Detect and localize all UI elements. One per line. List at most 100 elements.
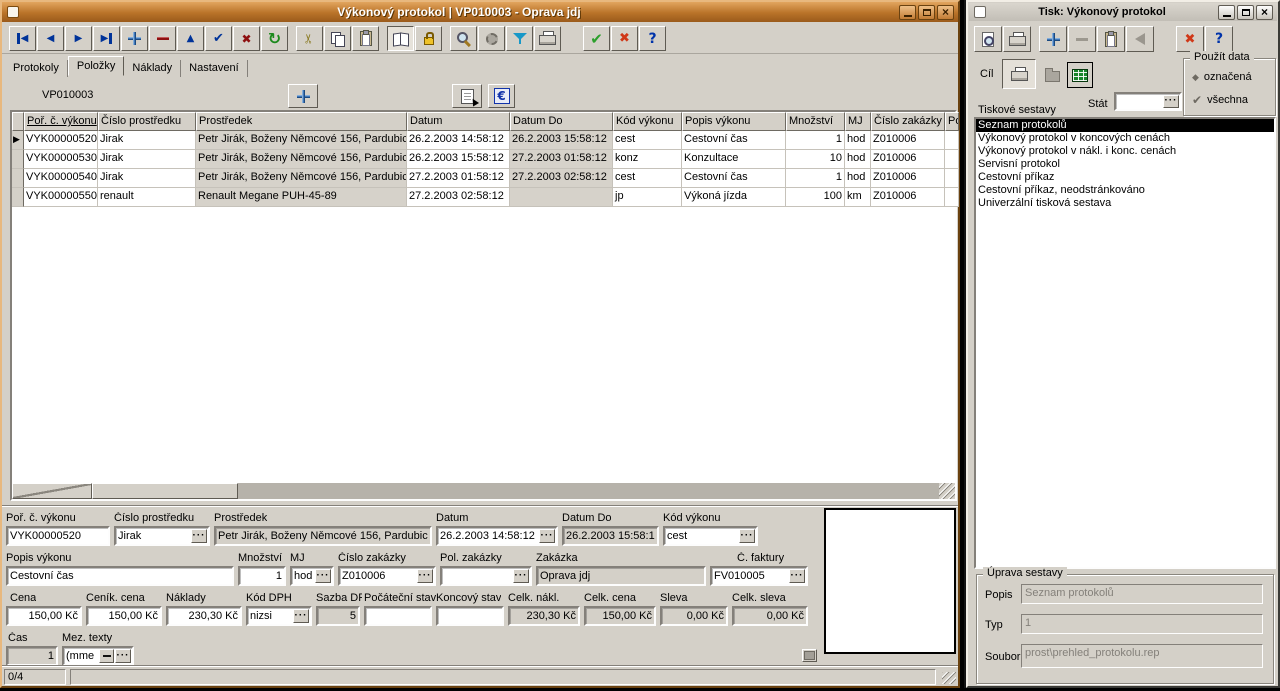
- grid-row-0[interactable]: VYK00000520JirakPetr Jirák, Boženy Němco…: [12, 131, 955, 150]
- main-titlebar[interactable]: Výkonový protokol | VP010003 - Oprava jd…: [2, 2, 958, 22]
- row-selector[interactable]: [12, 188, 24, 207]
- field-celk-cena[interactable]: 150,00 Kč: [584, 606, 656, 626]
- cancel-record-button[interactable]: [233, 26, 260, 51]
- scrollbar-left-box[interactable]: [12, 483, 92, 499]
- paste-button[interactable]: [352, 26, 379, 51]
- scrollbar-thumb[interactable]: [92, 483, 238, 499]
- target-folder-button[interactable]: [1039, 62, 1065, 88]
- window-resize-grip[interactable]: [942, 672, 956, 684]
- grid-cell[interactable]: VYK00000550: [24, 188, 98, 207]
- tab-naklady[interactable]: Náklady: [124, 60, 181, 77]
- column-header-por-c-vykonu[interactable]: Poř. č. výkonu: [24, 112, 98, 131]
- field-cenik-cena[interactable]: 150,00 Kč: [86, 606, 162, 626]
- row-selector[interactable]: [12, 169, 24, 188]
- field-sleva[interactable]: 0,00 Kč: [660, 606, 728, 626]
- grid-cell[interactable]: Jirak: [98, 131, 196, 150]
- kod-dph-ellipsis-button[interactable]: [293, 609, 309, 623]
- field-mnozstvi[interactable]: 1: [238, 566, 286, 586]
- field-prostredek[interactable]: Petr Jirák, Boženy Němcové 156, Pardubic…: [214, 526, 432, 546]
- mj-ellipsis-button[interactable]: [315, 569, 331, 583]
- field-pol-zakazky[interactable]: [440, 566, 532, 586]
- report-item-3[interactable]: Servisní protokol: [976, 158, 1274, 171]
- revert-button[interactable]: [1126, 26, 1154, 52]
- field-mez-texty[interactable]: (mme: [62, 646, 134, 666]
- cut-button[interactable]: [296, 26, 323, 51]
- field-datum-do[interactable]: 26.2.2003 15:58:12: [562, 526, 659, 546]
- field-popis-vykonu[interactable]: Cestovní čas: [6, 566, 234, 586]
- grid-cell[interactable]: [945, 131, 959, 150]
- post-record-button[interactable]: [205, 26, 232, 51]
- grid-cell[interactable]: Cestovní čas: [682, 131, 786, 150]
- ok-button[interactable]: [583, 26, 610, 51]
- column-header-datum[interactable]: Datum: [407, 112, 510, 131]
- popis-field[interactable]: Seznam protokolů: [1021, 584, 1263, 604]
- grid-cell[interactable]: Petr Jirák, Boženy Němcové 156, Pardubic…: [196, 131, 407, 150]
- grid-row-1[interactable]: VYK00000530JirakPetr Jirák, Boženy Němco…: [12, 150, 955, 169]
- help-button[interactable]: [1205, 26, 1233, 52]
- field-kod-dph[interactable]: nizsi: [246, 606, 312, 626]
- minimize-button[interactable]: [899, 5, 916, 20]
- grid-cell[interactable]: hod: [845, 131, 871, 150]
- notes-panel[interactable]: [824, 508, 956, 654]
- horizontal-scrollbar[interactable]: [12, 483, 955, 499]
- lock-button[interactable]: [415, 26, 442, 51]
- grid-cell[interactable]: 26.2.2003 14:58:12: [407, 131, 510, 150]
- typ-field[interactable]: 1: [1021, 614, 1263, 634]
- field-koncovy-stav[interactable]: [436, 606, 504, 626]
- datum-ellipsis-button[interactable]: [539, 529, 555, 543]
- grid-cell[interactable]: renault: [98, 188, 196, 207]
- row-selector[interactable]: [12, 150, 24, 169]
- grid-cell[interactable]: hod: [845, 150, 871, 169]
- cancel-button[interactable]: [611, 26, 638, 51]
- grid-cell[interactable]: Cestovní čas: [682, 169, 786, 188]
- column-header-cislo-zakazky[interactable]: Číslo zakázky: [871, 112, 945, 131]
- maximize-button[interactable]: [918, 5, 935, 20]
- last-record-button[interactable]: [93, 26, 120, 51]
- soubor-field[interactable]: prost\prehled_protokolu.rep: [1021, 644, 1263, 668]
- field-zakazka[interactable]: Oprava jdj: [536, 566, 706, 586]
- expand-notes-button[interactable]: [802, 649, 817, 662]
- grid-cell[interactable]: hod: [845, 169, 871, 188]
- report-item-4[interactable]: Cestovní příkaz: [976, 171, 1274, 184]
- c-faktury-ellipsis-button[interactable]: [789, 569, 805, 583]
- target-export-button[interactable]: [1067, 62, 1093, 88]
- field-pocatecni-stav[interactable]: [364, 606, 432, 626]
- grid-cell[interactable]: 26.2.2003 15:58:12: [407, 150, 510, 169]
- field-sazba-dph[interactable]: 5: [316, 606, 360, 626]
- tab-nastaveni[interactable]: Nastavení: [181, 60, 248, 77]
- column-header-cislo-prostredku[interactable]: Číslo prostředku: [98, 112, 196, 131]
- mez-texty-ellipsis-button[interactable]: [115, 649, 131, 663]
- kod-vykonu-ellipsis-button[interactable]: [739, 529, 755, 543]
- grid-cell[interactable]: Z010006: [871, 150, 945, 169]
- grid-cell[interactable]: cest: [613, 169, 682, 188]
- grid-cell[interactable]: Z010006: [871, 131, 945, 150]
- grid-cell[interactable]: Jirak: [98, 150, 196, 169]
- grid-row-3[interactable]: VYK00000550renaultRenault Megane PUH-45-…: [12, 188, 955, 207]
- option-all[interactable]: všechna: [1192, 93, 1248, 107]
- grid-cell[interactable]: Renault Megane PUH-45-89: [196, 188, 407, 207]
- grid-cell[interactable]: 27.2.2003 01:58:12: [510, 150, 613, 169]
- settings-button[interactable]: [478, 26, 505, 51]
- field-naklady[interactable]: 230,30 Kč: [166, 606, 242, 626]
- column-header-kod-vykonu[interactable]: Kód výkonu: [613, 112, 682, 131]
- report-item-0[interactable]: Seznam protokolů: [976, 119, 1274, 132]
- grid-cell[interactable]: [510, 188, 613, 207]
- print-close-button[interactable]: ×: [1256, 5, 1273, 20]
- field-datum[interactable]: 26.2.2003 14:58:12: [436, 526, 558, 546]
- grid-cell[interactable]: 27.2.2003 02:58:12: [510, 169, 613, 188]
- tab-protokoly[interactable]: Protokoly: [5, 60, 68, 77]
- column-header-prostredek[interactable]: Prostředek: [196, 112, 407, 131]
- state-field[interactable]: [1114, 92, 1182, 111]
- copy-button[interactable]: [324, 26, 351, 51]
- grid-cell[interactable]: VYK00000530: [24, 150, 98, 169]
- insert-record-button[interactable]: [121, 26, 148, 51]
- grid-cell[interactable]: 26.2.2003 15:58:12: [510, 131, 613, 150]
- add-report-button[interactable]: [1039, 26, 1067, 52]
- grid-cell[interactable]: 100: [786, 188, 845, 207]
- grid-cell[interactable]: Z010006: [871, 188, 945, 207]
- currency-button[interactable]: [488, 84, 515, 108]
- refresh-button[interactable]: [261, 26, 288, 51]
- grid-cell[interactable]: km: [845, 188, 871, 207]
- grid-cell[interactable]: jp: [613, 188, 682, 207]
- edit-record-button[interactable]: [177, 26, 204, 51]
